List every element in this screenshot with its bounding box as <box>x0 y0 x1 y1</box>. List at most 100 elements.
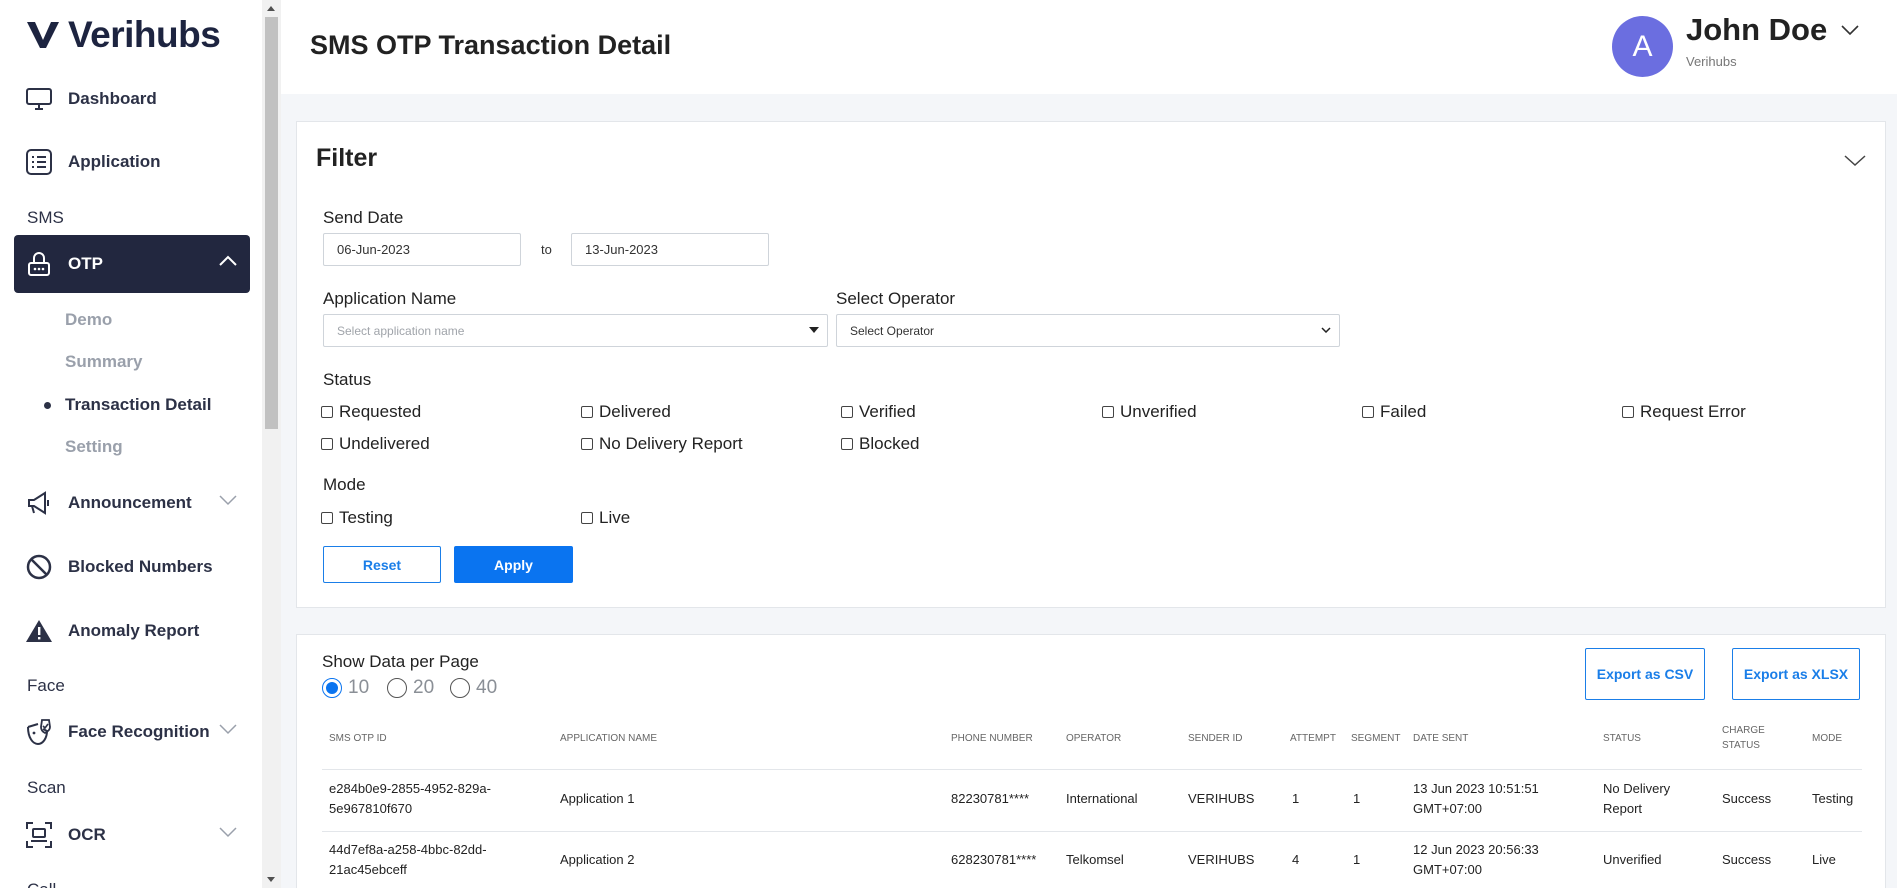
face-recognition-icon <box>24 717 54 747</box>
checkbox-box[interactable] <box>581 438 593 450</box>
scrollbar-thumb[interactable] <box>265 17 278 429</box>
sidebar-item-blocked-numbers[interactable]: Blocked Numbers <box>14 538 250 596</box>
cell-sms-otp-id: 44d7ef8a-a258-4bbc-82dd-21ac45ebceff <box>329 842 487 877</box>
sidebar-item-label: Dashboard <box>68 89 157 108</box>
checkbox-box[interactable] <box>321 512 333 524</box>
mode-checkbox-testing[interactable]: Testing <box>321 508 393 528</box>
caret-down-icon <box>809 327 819 333</box>
status-checkbox-delivered[interactable]: Delivered <box>581 402 671 422</box>
radio-circle[interactable] <box>387 678 407 698</box>
scroll-down-arrow-icon[interactable] <box>267 877 275 882</box>
status-checkbox-blocked[interactable]: Blocked <box>841 434 919 454</box>
per-page-radio-20[interactable]: 20 <box>387 677 434 699</box>
cell-segment: 1 <box>1353 791 1361 806</box>
sidebar-item-dashboard[interactable]: Dashboard <box>14 70 250 128</box>
export-xlsx-button[interactable]: Export as XLSX <box>1732 648 1860 700</box>
user-name[interactable]: John Doe <box>1686 12 1827 48</box>
section-label-sms: SMS <box>27 208 64 227</box>
column-header-status[interactable]: STATUS <box>1603 731 1641 746</box>
chevron-down-icon <box>219 495 237 506</box>
application-name-select[interactable]: Select application name <box>323 314 828 347</box>
sidebar-item-anomaly-report[interactable]: Anomaly Report <box>14 602 250 660</box>
status-checkbox-no-delivery-report[interactable]: No Delivery Report <box>581 434 743 454</box>
checkbox-box[interactable] <box>581 406 593 418</box>
cell-application-name: Application 2 <box>560 852 635 867</box>
brand-logo[interactable]: Verihubs <box>26 14 221 56</box>
checkbox-box[interactable] <box>321 406 333 418</box>
sidebar-item-ocr[interactable]: OCR <box>14 806 250 864</box>
checkbox-box[interactable] <box>841 438 853 450</box>
mode-label: Mode <box>323 475 366 494</box>
radio-circle[interactable] <box>322 678 342 698</box>
date-from-input[interactable]: 06-Jun-2023 <box>323 233 521 266</box>
status-checkbox-verified[interactable]: Verified <box>841 402 916 422</box>
export-csv-button[interactable]: Export as CSV <box>1585 648 1705 700</box>
header-divider <box>322 769 1862 770</box>
status-checkbox-request-error[interactable]: Request Error <box>1622 402 1746 422</box>
verihubs-logo-icon <box>27 22 59 48</box>
sidebar-item-face-recognition[interactable]: Face Recognition <box>14 703 250 761</box>
date-to-input[interactable]: 13-Jun-2023 <box>571 233 769 266</box>
column-header-sms-otp-id[interactable]: SMS OTP ID <box>329 731 387 746</box>
sidebar-subitem-demo[interactable]: Demo <box>65 310 112 330</box>
page-title: SMS OTP Transaction Detail <box>310 30 672 60</box>
column-header-operator[interactable]: OPERATOR <box>1066 731 1121 746</box>
sidebar-item-application[interactable]: Application <box>14 133 250 191</box>
cell-charge-status: Success <box>1722 791 1772 806</box>
scan-icon <box>24 820 54 850</box>
checkbox-label: Delivered <box>599 402 671 421</box>
column-header-segment[interactable]: SEGMENT <box>1351 731 1400 746</box>
column-header-sender-id[interactable]: SENDER ID <box>1188 731 1242 746</box>
cell-segment: 1 <box>1353 852 1361 867</box>
section-label-call: Call <box>27 880 56 888</box>
scroll-up-arrow-icon[interactable] <box>267 6 275 11</box>
checkbox-box[interactable] <box>581 512 593 524</box>
brand-name: Verihubs <box>68 14 221 55</box>
checkbox-box[interactable] <box>1102 406 1114 418</box>
cell-phone-number: 628230781**** <box>951 852 1037 867</box>
operator-select[interactable]: Select Operator <box>836 314 1340 347</box>
per-page-radio-40[interactable]: 40 <box>450 677 497 699</box>
per-page-radio-10[interactable]: 10 <box>322 677 369 699</box>
checkbox-label: No Delivery Report <box>599 434 743 453</box>
sidebar: Verihubs Dashboard Application SMS OTP D… <box>0 0 262 888</box>
sidebar-subitem-transaction-detail[interactable]: Transaction Detail <box>65 395 211 415</box>
column-header-date-sent[interactable]: DATE SENT <box>1413 731 1468 746</box>
status-checkbox-requested[interactable]: Requested <box>321 402 421 422</box>
checkbox-box[interactable] <box>1362 406 1374 418</box>
checkbox-label: Unverified <box>1120 402 1197 421</box>
radio-circle[interactable] <box>450 678 470 698</box>
checkbox-box[interactable] <box>321 438 333 450</box>
chevron-down-icon[interactable] <box>1843 154 1867 168</box>
sidebar-scrollbar[interactable] <box>262 0 281 888</box>
avatar[interactable]: A <box>1612 16 1673 77</box>
cell-mode: Testing <box>1812 791 1854 806</box>
status-checkbox-undelivered[interactable]: Undelivered <box>321 434 430 454</box>
column-header-application-name[interactable]: APPLICATION NAME <box>560 731 657 746</box>
cell-attempt: 1 <box>1292 791 1300 806</box>
checkbox-label: Failed <box>1380 402 1427 421</box>
sidebar-subitem-setting[interactable]: Setting <box>65 437 123 457</box>
column-header-attempt[interactable]: ATTEMPT <box>1290 731 1336 746</box>
mode-checkbox-live[interactable]: Live <box>581 508 630 528</box>
checkbox-label: Blocked <box>859 434 920 453</box>
chevron-down-icon[interactable] <box>1840 24 1860 36</box>
apply-button[interactable]: Apply <box>454 546 573 583</box>
status-checkbox-failed[interactable]: Failed <box>1362 402 1426 422</box>
sidebar-item-otp[interactable]: OTP <box>14 235 250 293</box>
reset-button[interactable]: Reset <box>323 546 441 583</box>
sidebar-subitem-summary[interactable]: Summary <box>65 352 142 372</box>
sidebar-item-announcement[interactable]: Announcement <box>14 474 250 532</box>
column-header-mode[interactable]: MODE <box>1812 731 1842 746</box>
checkbox-box[interactable] <box>1622 406 1634 418</box>
filter-title: Filter <box>316 144 378 172</box>
column-header-phone-number[interactable]: PHONE NUMBER <box>951 731 1033 746</box>
cell-date-sent: 13 Jun 2023 10:51:51 GMT+07:00 <box>1413 781 1539 816</box>
column-header-charge-status[interactable]: CHARGE STATUS <box>1722 723 1772 753</box>
status-checkbox-unverified[interactable]: Unverified <box>1102 402 1197 422</box>
chevron-down-icon <box>219 724 237 735</box>
otp-icon <box>24 249 54 279</box>
checkbox-box[interactable] <box>841 406 853 418</box>
radio-label: 40 <box>476 677 498 698</box>
list-icon <box>24 147 54 177</box>
